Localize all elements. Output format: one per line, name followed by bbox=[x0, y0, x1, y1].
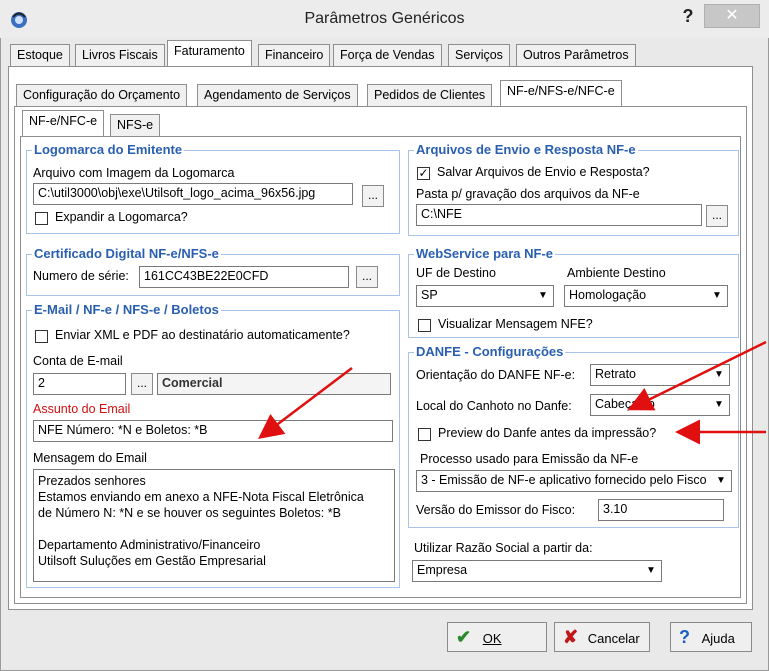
check-icon: ✔ bbox=[456, 627, 472, 647]
tab-nfe-nfce[interactable]: NF-e/NFC-e bbox=[22, 110, 105, 136]
annotation-arrows bbox=[258, 340, 767, 445]
ok-button[interactable]: ✔ OK bbox=[447, 622, 547, 652]
help-button[interactable]: ? Ajuda bbox=[670, 622, 752, 652]
x-icon: ✘ bbox=[563, 627, 579, 647]
question-icon: ? bbox=[679, 627, 690, 647]
tab-faturamento[interactable]: Faturamento bbox=[167, 40, 252, 66]
cancel-button[interactable]: ✘ Cancelar bbox=[554, 622, 650, 652]
tab-nfe-nfse-nfce[interactable]: NF-e/NFS-e/NFC-e bbox=[500, 80, 622, 106]
